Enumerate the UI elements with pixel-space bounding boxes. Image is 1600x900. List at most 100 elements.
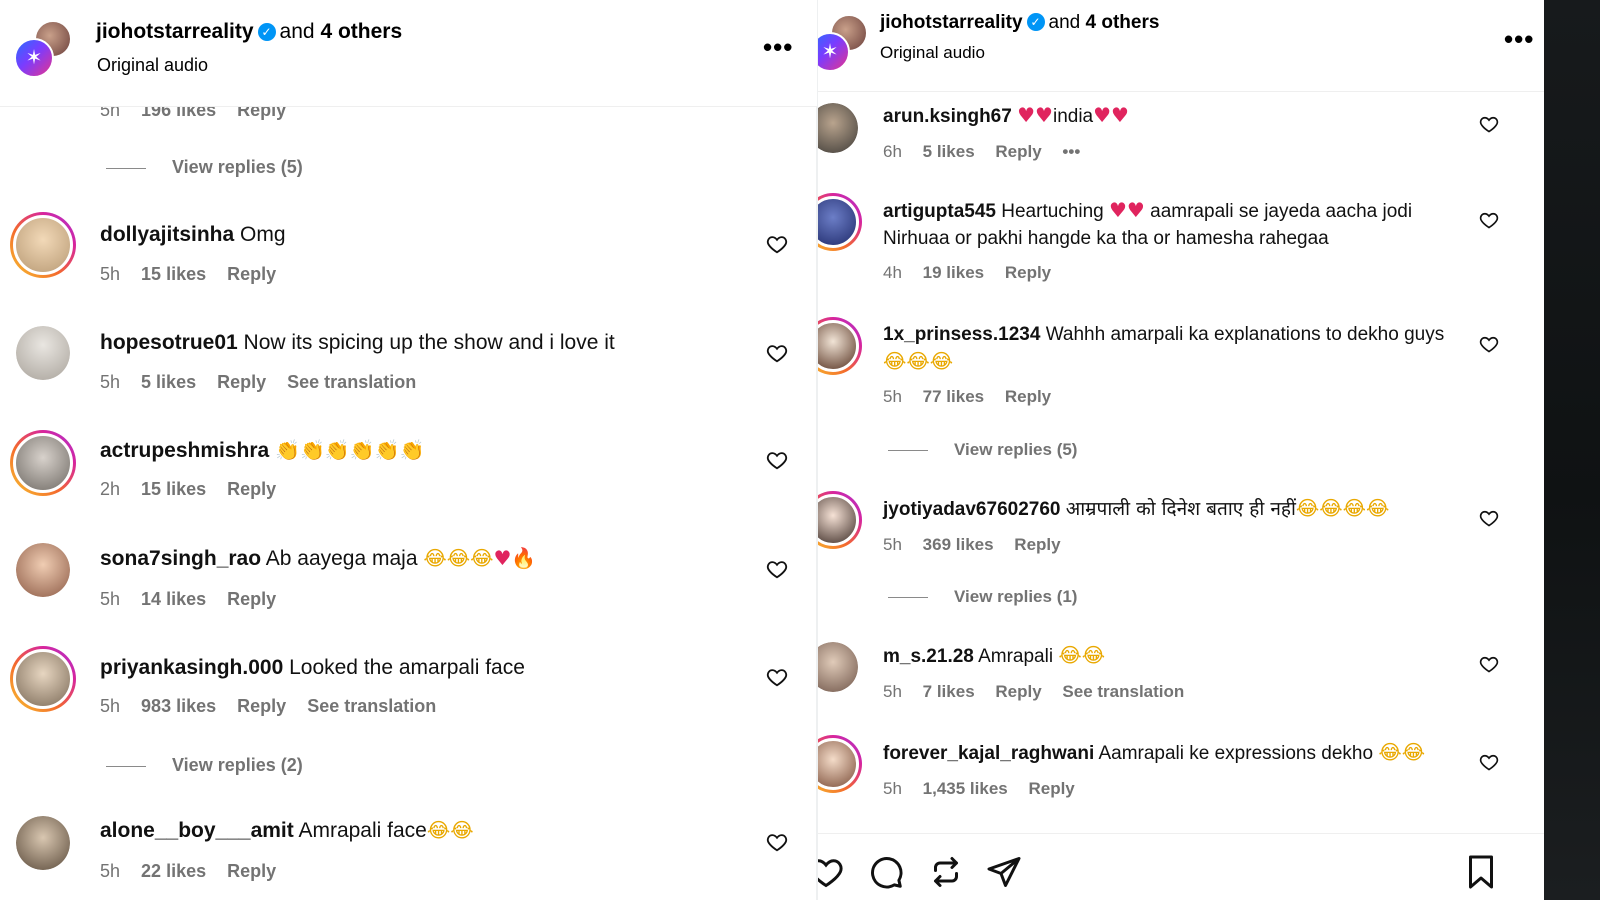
heart-icon[interactable] (766, 342, 788, 364)
avatar[interactable] (10, 212, 76, 278)
avatar[interactable] (16, 326, 70, 380)
audio-label[interactable]: Original audio (97, 55, 208, 76)
avatar[interactable] (16, 816, 70, 870)
comment-username[interactable]: actrupeshmishra (100, 439, 269, 462)
comment-username[interactable]: hopesotrue01 (100, 331, 238, 354)
collaborators-link[interactable]: and 4 others (1049, 12, 1160, 33)
comment-username[interactable]: 1x_prinsess.1234 (883, 324, 1040, 345)
verified-badge-icon: ✓ (1026, 13, 1045, 31)
view-replies-button[interactable]: View replies (5) (888, 440, 1077, 460)
heart-icon[interactable] (766, 449, 788, 471)
comment-username[interactable]: m_s.21.28 (883, 646, 974, 667)
comment-text: artigupta545 Heartuching ♥♥ aamrapali se… (883, 197, 1458, 252)
comment-likes[interactable]: 7 likes (923, 682, 975, 701)
comment-likes[interactable]: 14 likes (141, 589, 206, 609)
post-header: ✶ jiohotstarreality ✓ and 4 others Origina… (0, 0, 817, 107)
comment-meta: 5h 1,435 likes Reply (883, 779, 1091, 799)
comment-likes[interactable]: 5 likes (923, 142, 975, 161)
comment-body-continued: aamrapali se jayeda aacha (1150, 201, 1378, 222)
avatar[interactable] (16, 543, 70, 597)
heart-icon[interactable] (1479, 508, 1499, 528)
avatar[interactable] (818, 317, 862, 375)
heart-icon[interactable] (766, 831, 788, 853)
view-replies-button[interactable]: View replies (2) (106, 755, 303, 776)
comment-likes[interactable]: 77 likes (923, 387, 984, 406)
account-name[interactable]: jiohotstarreality (880, 12, 1023, 33)
comment-likes[interactable]: 19 likes (923, 263, 984, 282)
avatar[interactable] (818, 642, 858, 692)
collab-avatar[interactable]: ✶ (14, 20, 72, 78)
laughing-emoji: 😂😂😂 (423, 546, 494, 570)
reply-button[interactable]: Reply (1014, 535, 1060, 554)
comment-username[interactable]: artigupta545 (883, 201, 996, 222)
comment-username[interactable]: alone__boy___amit (100, 819, 294, 842)
heart-icon[interactable] (1479, 334, 1499, 354)
heart-icon[interactable] (766, 558, 788, 580)
comment-likes[interactable]: 22 likes (141, 861, 206, 881)
collab-avatar[interactable]: ✶ (818, 14, 868, 72)
collaborators-link[interactable]: and 4 others (280, 20, 403, 43)
reply-button[interactable]: Reply (1028, 779, 1074, 798)
reply-button[interactable]: Reply (1005, 263, 1051, 282)
comment-time: 4h (883, 263, 902, 282)
comment-likes[interactable]: 369 likes (923, 535, 994, 554)
comment-username[interactable]: forever_kajal_raghwani (883, 743, 1094, 764)
heart-icon[interactable] (1479, 210, 1499, 230)
comment-meta: 2h 15 likes Reply (100, 479, 292, 500)
comment-time: 5h (100, 861, 121, 881)
comment-meta: 6h 5 likes Reply ••• (883, 142, 1096, 162)
comment-username[interactable]: sona7singh_rao (100, 547, 261, 570)
more-options-icon[interactable]: ••• (1504, 26, 1534, 52)
reply-button[interactable]: Reply (227, 479, 276, 499)
repost-icon[interactable] (928, 854, 964, 890)
post-author[interactable]: jiohotstarreality ✓ and 4 others (96, 20, 402, 44)
more-options-icon[interactable]: ••• (763, 34, 793, 60)
reply-button[interactable]: Reply (217, 372, 266, 392)
comment-likes[interactable]: 1,435 likes (923, 779, 1008, 798)
heart-icon[interactable] (1479, 752, 1499, 772)
comment-likes[interactable]: 5 likes (141, 372, 196, 392)
comment-likes[interactable]: 15 likes (141, 479, 206, 499)
post-author[interactable]: jiohotstarreality ✓ and 4 others (880, 12, 1159, 34)
comment-username[interactable]: dollyajitsinha (100, 223, 234, 246)
comment-username[interactable]: jyotiyadav67602760 (883, 499, 1060, 520)
reply-button[interactable]: Reply (227, 861, 276, 881)
reply-button[interactable]: Reply (227, 264, 276, 284)
heart-icon[interactable] (766, 233, 788, 255)
reply-button[interactable]: Reply (995, 142, 1041, 161)
share-icon[interactable] (986, 854, 1022, 890)
view-replies-button[interactable]: View replies (1) (888, 587, 1077, 607)
account-name[interactable]: jiohotstarreality (96, 20, 254, 43)
more-options-icon[interactable]: ••• (1062, 142, 1080, 161)
comment-meta: 4h 19 likes Reply (883, 263, 1067, 283)
reply-button[interactable]: Reply (995, 682, 1041, 701)
reply-button[interactable]: Reply (237, 696, 286, 716)
reply-button[interactable]: Reply (227, 589, 276, 609)
comment-likes[interactable]: 15 likes (141, 264, 206, 284)
comment-likes[interactable]: 983 likes (141, 696, 216, 716)
heart-icon[interactable] (818, 854, 844, 890)
heart-icon[interactable] (1479, 114, 1499, 134)
avatar[interactable] (10, 430, 76, 496)
bookmark-icon[interactable] (1463, 854, 1499, 890)
comment-time: 5h (100, 372, 121, 392)
audio-label[interactable]: Original audio (880, 43, 985, 63)
comment-username[interactable]: arun.ksingh67 (883, 106, 1012, 127)
heart-icon[interactable] (766, 666, 788, 688)
laughing-emoji: 😂😂😂 (883, 349, 954, 373)
see-translation-button[interactable]: See translation (287, 372, 416, 392)
comment-time: 5h (100, 264, 121, 284)
avatar[interactable] (818, 103, 858, 153)
heart-icon[interactable] (1479, 654, 1499, 674)
comment-text: 1x_prinsess.1234 Wahhh amarpali ka expla… (883, 321, 1458, 376)
comment-username[interactable]: priyankasingh.000 (100, 656, 283, 679)
avatar[interactable] (818, 735, 862, 793)
see-translation-button[interactable]: See translation (307, 696, 436, 716)
avatar[interactable] (10, 646, 76, 712)
avatar[interactable] (818, 491, 862, 549)
see-translation-button[interactable]: See translation (1062, 682, 1184, 701)
reply-button[interactable]: Reply (1005, 387, 1051, 406)
comment-icon[interactable] (868, 854, 904, 890)
avatar[interactable] (818, 193, 862, 251)
view-replies-button[interactable]: View replies (5) (106, 157, 303, 178)
